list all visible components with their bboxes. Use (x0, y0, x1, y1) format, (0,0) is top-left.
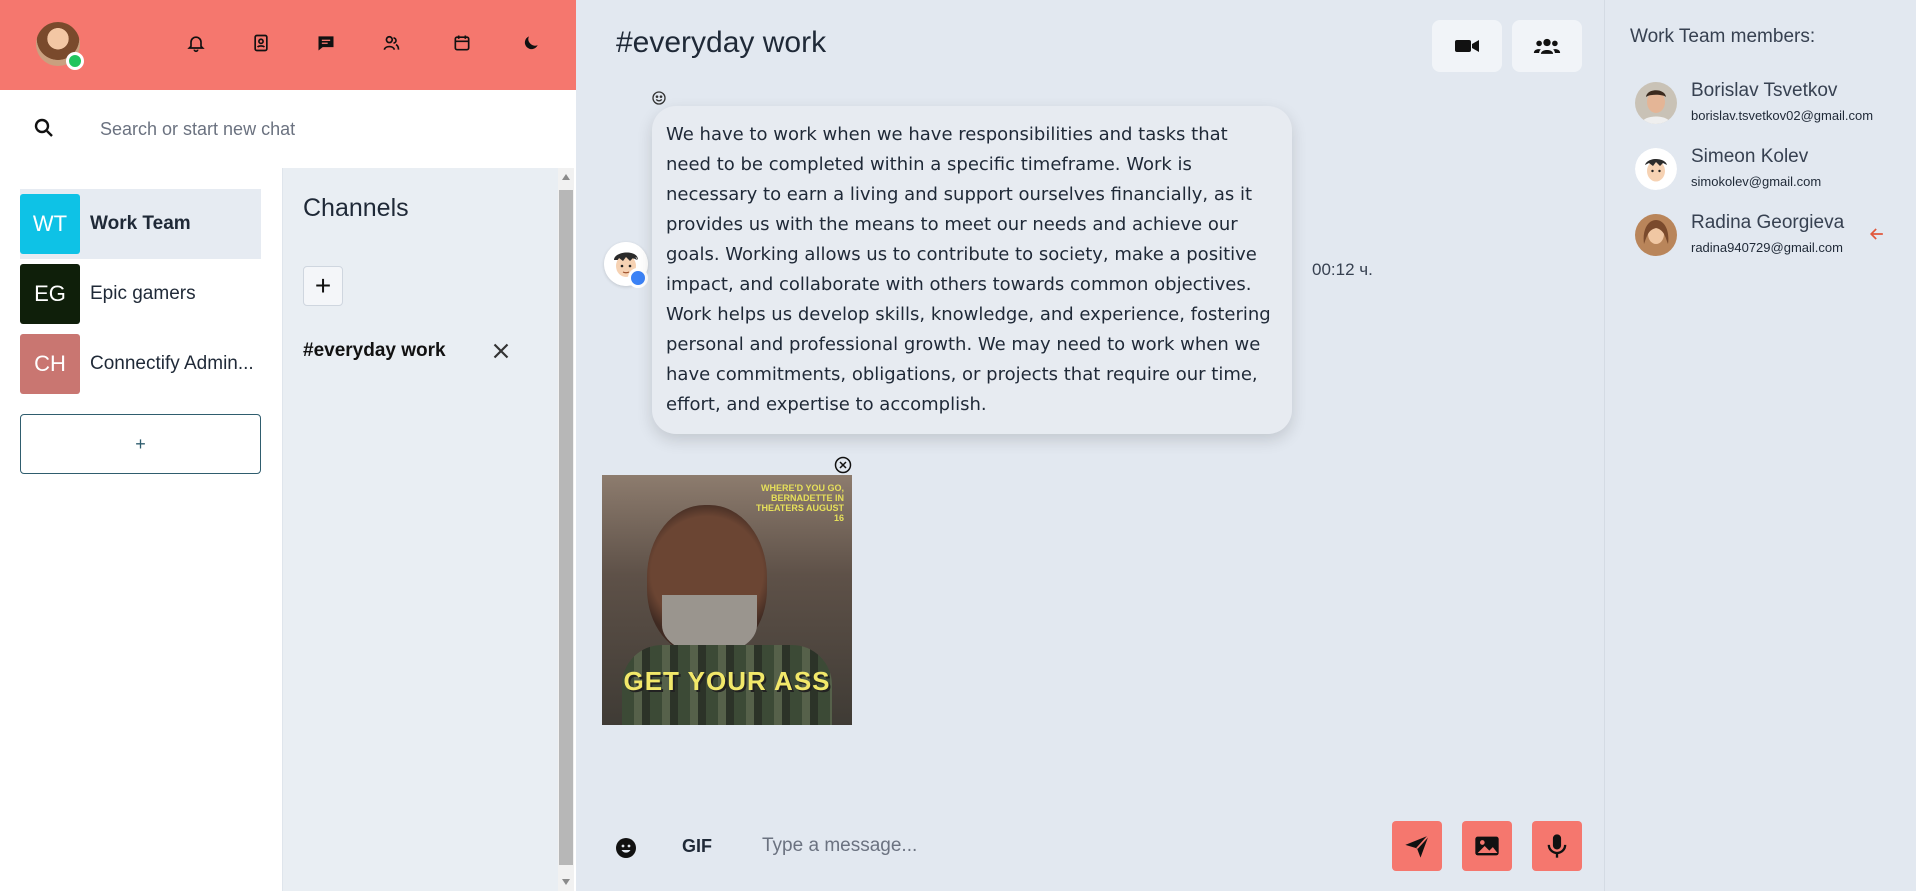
member-avatar (1635, 214, 1677, 256)
online-status-dot (66, 52, 84, 70)
team-name: Connectify Admin... (90, 353, 254, 374)
message-bubble: We have to work when we have responsibil… (652, 106, 1292, 434)
microphone-icon (1547, 834, 1567, 858)
arrow-left-icon[interactable] (1867, 224, 1887, 244)
teams-list: WT Work Team EG Epic gamers CH Connectif… (0, 168, 282, 891)
member-name: Radina Georgieva (1691, 212, 1845, 233)
users-icon (1533, 38, 1561, 54)
gif-button[interactable]: GIF (682, 836, 712, 857)
send-icon (1405, 834, 1430, 858)
members-panel: Work Team members: Borislav Tsvetkov bor… (1604, 0, 1916, 891)
member-avatar (1635, 148, 1677, 190)
team-item-connectify-admin[interactable]: CH Connectify Admin... (20, 329, 261, 399)
scroll-down-arrow[interactable] (562, 879, 570, 885)
team-badge: CH (20, 334, 80, 394)
team-name: Epic gamers (90, 283, 196, 304)
top-navbar (0, 0, 576, 90)
gif-caption: GET YOUR ASS (623, 666, 831, 696)
team-item-work-team[interactable]: WT Work Team (20, 189, 261, 259)
video-call-button[interactable] (1432, 20, 1502, 72)
video-camera-icon (1455, 40, 1479, 52)
member-name: Borislav Tsvetkov (1691, 80, 1838, 101)
gif-tag: WHERE'D YOU GO, BERNADETTE IN THEATERS A… (755, 483, 844, 523)
team-badge: EG (20, 264, 80, 324)
scroll-up-arrow[interactable] (562, 174, 570, 180)
contacts-book-icon[interactable] (248, 30, 274, 56)
close-circle-icon[interactable] (834, 456, 852, 474)
react-emoji-icon[interactable] (651, 90, 667, 106)
send-button[interactable] (1392, 821, 1442, 871)
chat-icon[interactable] (313, 30, 339, 56)
emoji-icon[interactable] (614, 836, 638, 860)
user-avatar[interactable] (36, 22, 84, 70)
team-name: Work Team (90, 213, 191, 234)
calendar-icon[interactable] (449, 30, 475, 56)
bell-icon[interactable] (183, 30, 209, 56)
chat-title: #everyday work (616, 26, 827, 59)
member-item[interactable]: Borislav Tsvetkov borislav.tsvetkov02@gm… (1635, 76, 1905, 132)
member-item[interactable]: Radina Georgieva radina940729@gmail.com (1635, 208, 1905, 264)
close-icon[interactable] (488, 338, 514, 364)
online-status-dot (628, 268, 648, 288)
member-name: Simeon Kolev (1691, 146, 1809, 167)
search-input[interactable] (100, 108, 540, 150)
left-pane: WT Work Team EG Epic gamers CH Connectif… (0, 0, 576, 891)
member-email: borislav.tsvetkov02@gmail.com (1691, 108, 1874, 123)
chat-area: #everyday work We have to work when we h… (576, 0, 1604, 891)
members-title: Work Team members: (1630, 26, 1816, 47)
member-item[interactable]: Simeon Kolev simokolev@gmail.com (1635, 142, 1905, 198)
voice-record-button[interactable] (1532, 821, 1582, 871)
channels-title: Channels (303, 194, 409, 222)
members-button[interactable] (1512, 20, 1582, 72)
member-email: radina940729@gmail.com (1691, 240, 1843, 255)
scrollbar-thumb[interactable] (559, 190, 573, 865)
channels-panel: Channels + #everyday work (282, 168, 558, 891)
add-team-button[interactable]: + (20, 414, 261, 474)
message-time: 00:12 ч. (1312, 260, 1373, 279)
add-channel-button[interactable]: + (303, 266, 343, 306)
dark-mode-icon[interactable] (518, 30, 544, 56)
message-composer: GIF (576, 818, 1604, 874)
gif-message[interactable]: WHERE'D YOU GO, BERNADETTE IN THEATERS A… (602, 475, 852, 725)
member-email: simokolev@gmail.com (1691, 174, 1822, 189)
channel-item-everyday-work[interactable]: #everyday work (303, 340, 446, 362)
image-upload-button[interactable] (1462, 821, 1512, 871)
friends-icon[interactable] (378, 30, 404, 56)
search-icon (34, 118, 53, 137)
team-badge: WT (20, 194, 80, 254)
channels-scrollbar[interactable] (558, 168, 574, 891)
team-item-epic-gamers[interactable]: EG Epic gamers (20, 259, 261, 329)
member-avatar (1635, 82, 1677, 124)
image-icon (1475, 836, 1499, 856)
search-bar (0, 90, 576, 168)
message-input[interactable] (746, 826, 1246, 866)
